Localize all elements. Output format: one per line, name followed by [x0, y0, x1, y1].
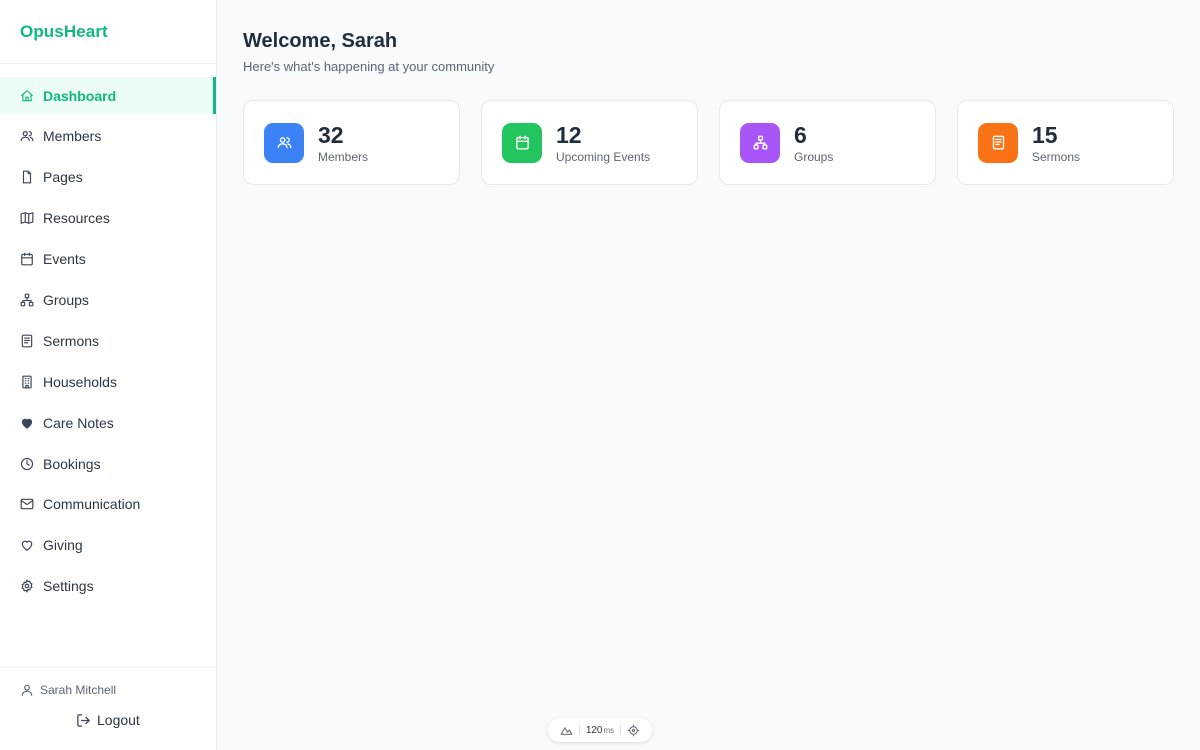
sidebar-item-label: Sermons	[43, 332, 100, 349]
sidebar-item-care-notes[interactable]: Care Notes	[0, 404, 216, 441]
sidebar-item-groups[interactable]: Groups	[0, 281, 216, 318]
sidebar-nav: Dashboard Members Pages Resources Events	[0, 64, 216, 605]
sidebar-item-label: Members	[43, 128, 102, 145]
sidebar-item-label: Households	[43, 373, 117, 390]
sidebar-item-households[interactable]: Households	[0, 363, 216, 400]
users-icon	[264, 122, 304, 163]
sidebar-item-bookings[interactable]: Bookings	[0, 445, 216, 482]
heart-icon	[20, 538, 34, 552]
stat-card-sermons[interactable]: 15 Sermons	[957, 100, 1174, 185]
stat-label: Sermons	[1032, 149, 1081, 164]
timing-value: 120	[585, 724, 603, 736]
stat-label: Members	[318, 149, 369, 164]
stat-card-events[interactable]: 12 Upcoming Events	[481, 100, 698, 185]
sidebar-item-giving[interactable]: Giving	[0, 527, 216, 564]
stat-value: 12	[556, 121, 582, 148]
user-name: Sarah Mitchell	[40, 683, 117, 697]
timing-readout: 120ms	[586, 725, 614, 736]
stat-label: Upcoming Events	[556, 149, 651, 164]
user-profile[interactable]: Sarah Mitchell	[20, 683, 116, 697]
sidebar-item-label: Pages	[43, 169, 83, 186]
sidebar-item-events[interactable]: Events	[0, 241, 216, 278]
logout-label: Logout	[97, 712, 140, 728]
heart-filled-icon	[20, 416, 34, 430]
sidebar-item-sermons[interactable]: Sermons	[0, 322, 216, 359]
sidebar-item-members[interactable]: Members	[0, 118, 216, 155]
users-icon	[20, 129, 34, 143]
sidebar-item-settings[interactable]: Settings	[0, 568, 216, 605]
stat-card-members[interactable]: 32 Members	[243, 100, 460, 185]
clock-icon	[20, 457, 34, 471]
map-icon	[20, 211, 34, 225]
book-icon	[978, 122, 1018, 163]
user-icon	[21, 684, 33, 696]
logout-button[interactable]: Logout	[76, 712, 140, 728]
stat-card-groups[interactable]: 6 Groups	[719, 100, 936, 185]
stat-value: 15	[1032, 121, 1058, 148]
stat-label: Groups	[794, 149, 834, 164]
sidebar-item-label: Events	[43, 251, 86, 268]
stat-value: 6	[794, 121, 807, 148]
page-title: Welcome, Sarah	[243, 30, 398, 52]
network-icon	[740, 122, 780, 163]
sidebar: OpusHeart Dashboard Members Pages Resour…	[0, 0, 217, 750]
book-icon	[20, 334, 34, 348]
sidebar-item-label: Dashboard	[43, 87, 117, 104]
mountain-icon[interactable]	[560, 724, 573, 737]
sidebar-item-label: Care Notes	[43, 414, 114, 431]
sidebar-item-label: Bookings	[43, 455, 101, 472]
sidebar-item-label: Resources	[43, 210, 110, 227]
sidebar-item-label: Groups	[43, 291, 89, 308]
network-icon	[20, 293, 34, 307]
timing-unit: ms	[603, 725, 615, 735]
stat-value: 32	[318, 121, 344, 148]
mail-icon	[20, 497, 34, 511]
main-content: Welcome, Sarah Here's what's happening a…	[217, 0, 1200, 750]
home-icon	[20, 89, 34, 103]
file-icon	[20, 170, 34, 184]
divider	[620, 725, 622, 735]
sidebar-footer: Sarah Mitchell Logout	[0, 667, 216, 750]
sidebar-item-resources[interactable]: Resources	[0, 200, 216, 237]
sidebar-item-pages[interactable]: Pages	[0, 159, 216, 196]
calendar-icon	[20, 252, 34, 266]
divider	[578, 725, 580, 735]
sidebar-item-label: Settings	[43, 578, 94, 595]
brand-logo[interactable]: OpusHeart	[0, 0, 216, 64]
stats-row: 32 Members 12 Upcoming Events 6 Groups 1…	[243, 100, 1174, 185]
sidebar-item-label: Communication	[43, 496, 141, 513]
sidebar-item-dashboard[interactable]: Dashboard	[0, 77, 216, 114]
sidebar-item-communication[interactable]: Communication	[0, 486, 216, 523]
logout-icon	[77, 713, 90, 727]
calendar-icon	[502, 122, 542, 163]
page-subtitle: Here's what's happening at your communit…	[243, 59, 495, 74]
crosshair-icon[interactable]	[627, 724, 640, 737]
building-icon	[20, 375, 34, 389]
sidebar-item-label: Giving	[43, 537, 83, 554]
gear-icon	[20, 579, 34, 593]
dev-toolbar: 120ms	[548, 718, 652, 742]
